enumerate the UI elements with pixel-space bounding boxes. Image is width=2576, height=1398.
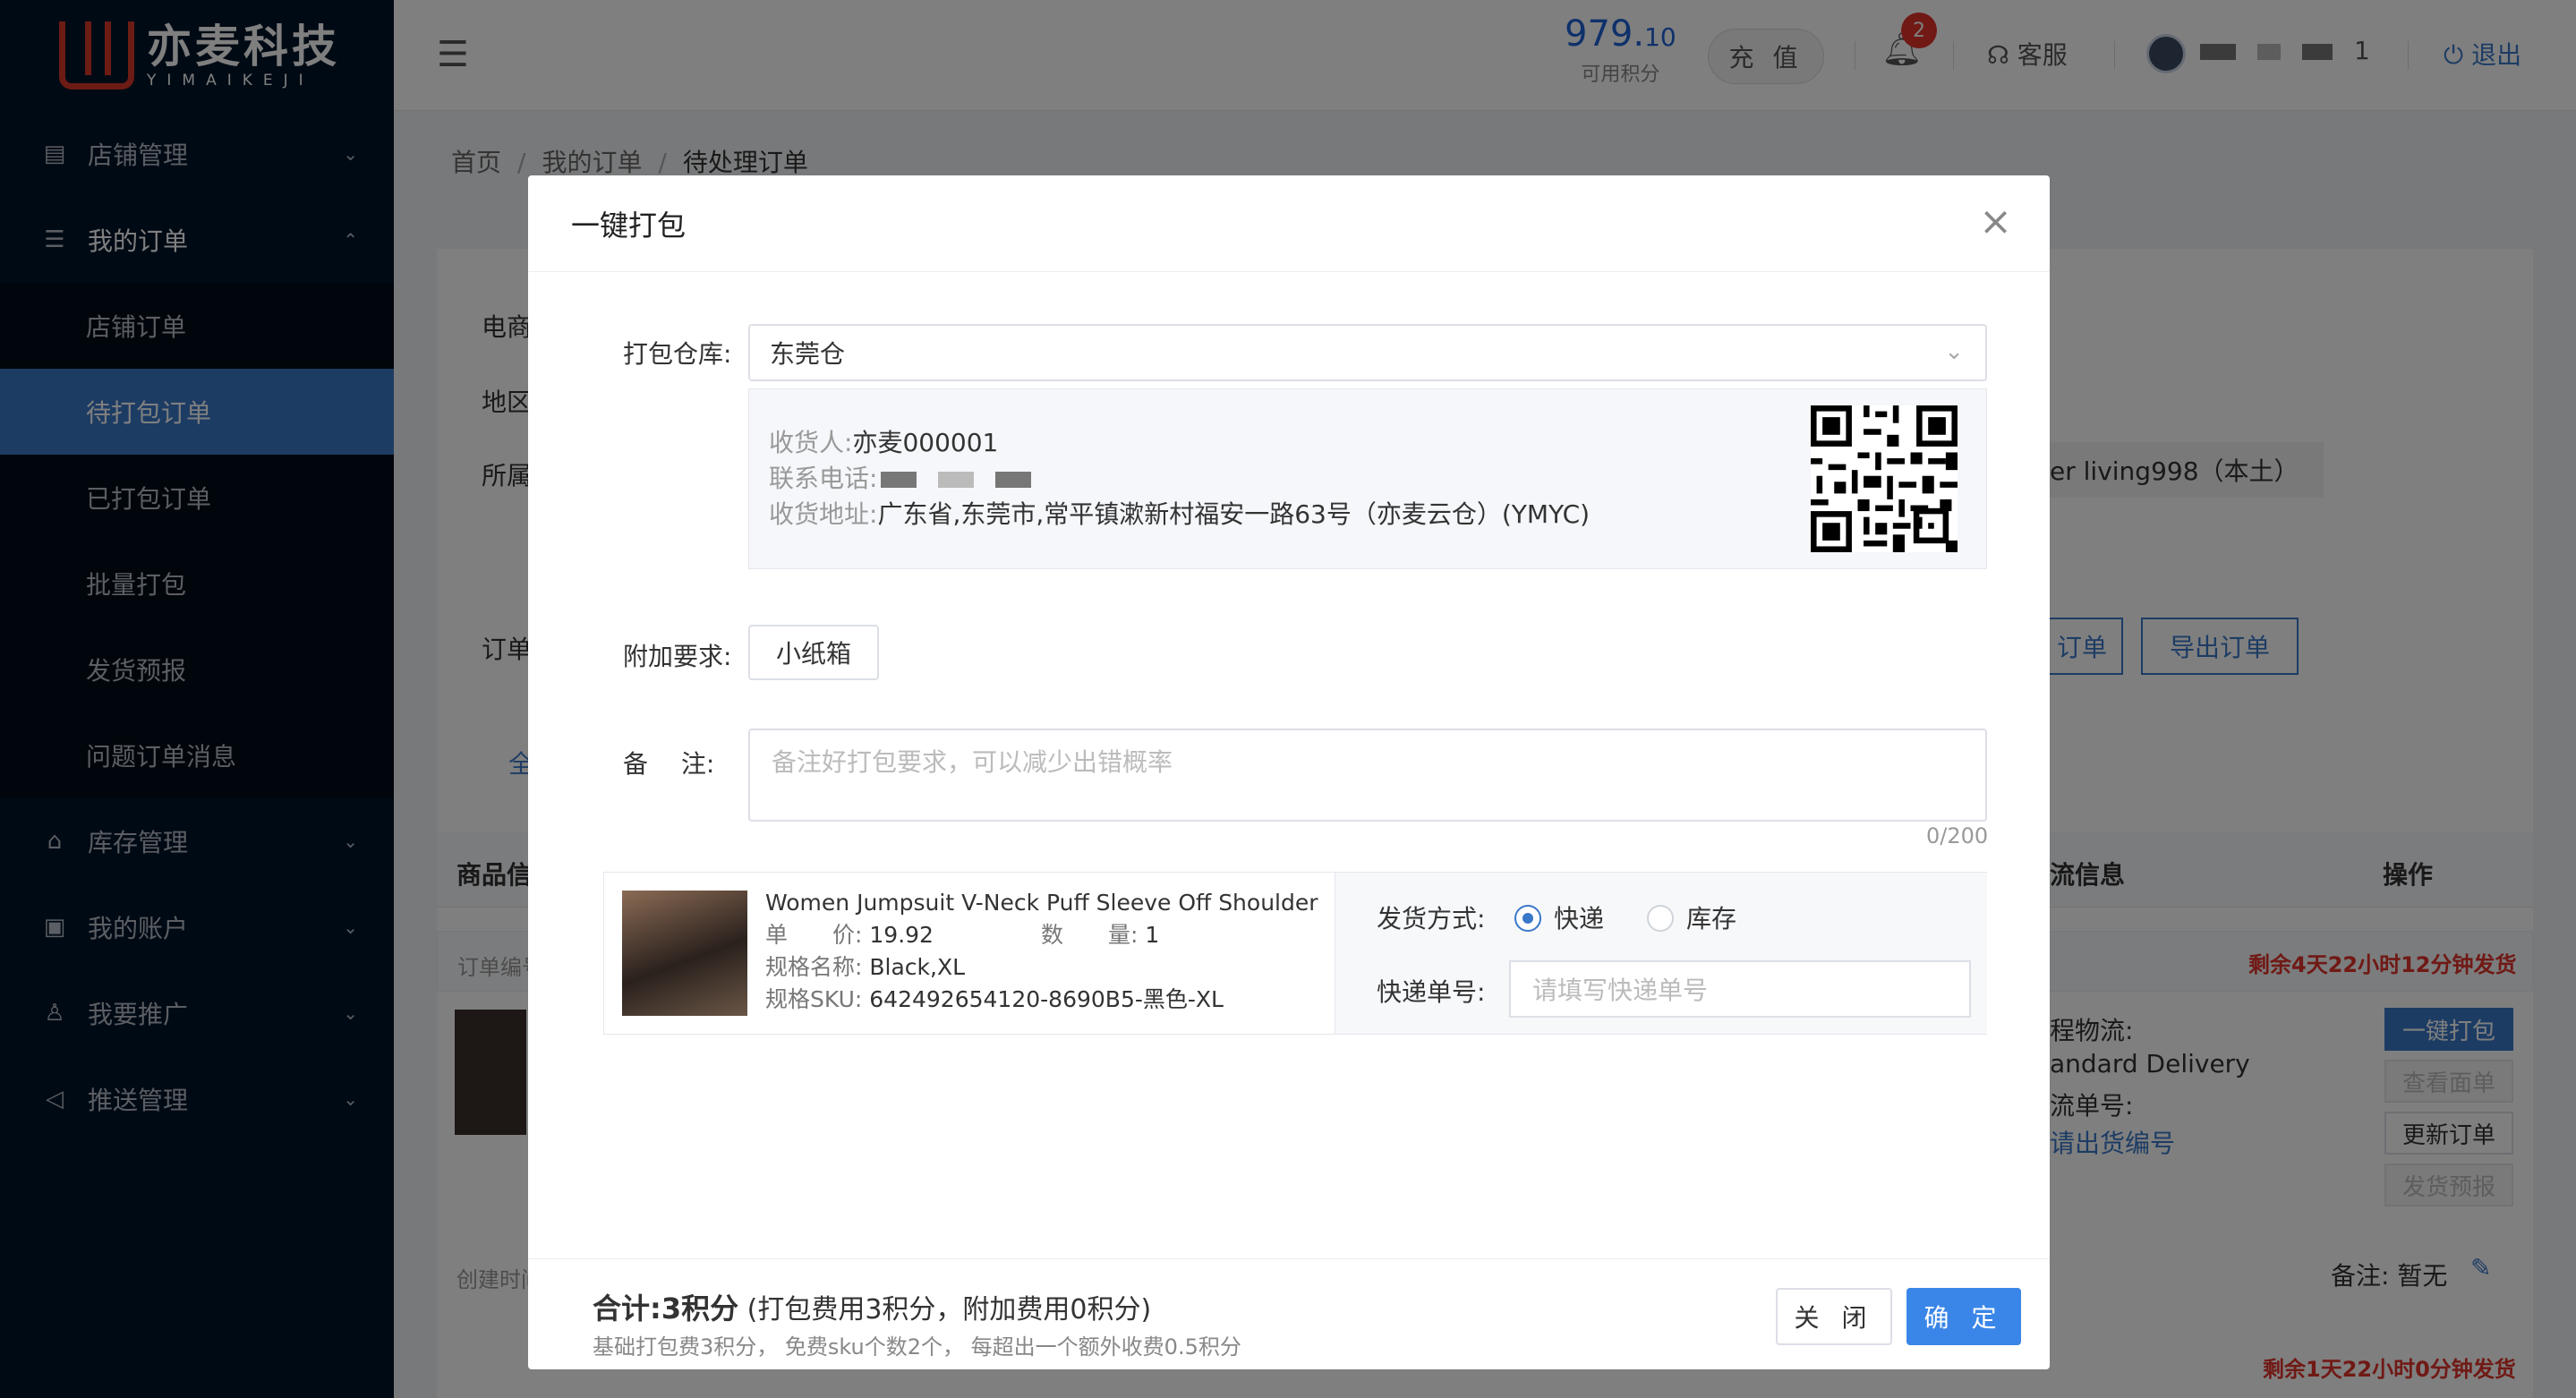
ship-stock-label[interactable]: 库存 [1686,899,1736,935]
total-detail: (打包费用3积分，附加费用0积分) [746,1294,1152,1326]
chevron-down-icon: ⌄ [1944,338,1964,365]
receiver-value: 亦麦000001 [852,428,999,457]
small-box-option[interactable]: 小纸箱 [748,625,879,680]
ship-stock-radio[interactable] [1647,905,1674,932]
ship-method-label: 发货方式: [1377,904,1486,933]
receiver-info-box: 收货人:亦麦000001 联系电话: 收货地址:广东省,东莞市,常平镇漱新村福安… [748,388,1987,569]
qty-value: 1 [1145,922,1160,948]
address-row: 收货地址:广东省,东莞市,常平镇漱新村福安一路63号（亦麦云仓）(YMYC) [769,495,1590,531]
dialog-footer: 合计:3积分 (打包费用3积分，附加费用0积分) 基础打包费3积分， 免费sku… [528,1258,2050,1369]
qty-label: 数 量: [1040,922,1139,948]
spec-value: Black,XL [869,954,966,980]
close-button[interactable]: 关 闭 [1776,1288,1892,1345]
extra-requirement-label: 附加要求: [623,642,732,671]
warehouse-label: 打包仓库: [623,339,732,369]
product-spec-row: 规格名称: Black,XL [765,951,1320,984]
total-value: 3积分 [661,1291,739,1326]
address-value: 广东省,东莞市,常平镇漱新村福安一路63号（亦麦云仓）(YMYC) [877,499,1591,529]
close-icon[interactable]: × [1979,202,2012,242]
address-label: 收货地址: [769,499,878,529]
shipping-options: 发货方式: 快递 库存 快递单号: 请填写快递单号 [1335,873,1987,1034]
price-value: 19.92 [869,922,934,948]
product-sku-row: 规格SKU: 642492654120-8690B5-黑色-XL [765,984,1320,1016]
receiver-label: 收货人: [769,428,853,457]
product-info: Women Jumpsuit V-Neck Puff Sleeve Off Sh… [765,887,1320,1016]
warehouse-selected-value: 东莞仓 [770,339,846,369]
sku-label: 规格SKU: [765,986,863,1012]
remark-label: 备 注: [623,749,715,779]
product-price-qty-row: 单 价: 19.92 数 量: 1 [765,919,1320,951]
product-image [622,891,747,1016]
total-prefix: 合计: [593,1291,661,1326]
tracking-number-label: 快递单号: [1377,977,1486,1007]
dialog-title: 一键打包 [571,208,687,243]
total-summary: 合计:3积分 (打包费用3积分，附加费用0积分) [593,1286,1151,1327]
tracking-number-input[interactable]: 请填写快递单号 [1509,960,1971,1018]
warehouse-select[interactable]: 东莞仓 ⌄ [748,324,1987,381]
sku-value: 642492654120-8690B5-黑色-XL [869,986,1224,1012]
product-title: Women Jumpsuit V-Neck Puff Sleeve Off Sh… [765,890,1320,916]
pricing-note: 基础打包费3积分， 免费sku个数2个， 每超出一个额外收费0.5积分 [593,1334,1241,1360]
spec-label: 规格名称: [765,954,863,980]
phone-row: 联系电话: [769,459,1053,495]
price-label: 单 价: [765,922,863,948]
ship-express-radio[interactable] [1514,905,1541,932]
remark-textarea[interactable]: 备注好打包要求，可以减少出错概率 [748,729,1987,822]
product-card: Women Jumpsuit V-Neck Puff Sleeve Off Sh… [603,872,1987,1035]
receiver-row: 收货人:亦麦000001 [769,423,998,459]
pack-dialog: 一键打包 × 打包仓库: 东莞仓 ⌄ 收货人:亦麦000001 联系电话: 收货… [528,175,2050,1369]
phone-label: 联系电话: [769,464,878,493]
ship-express-label[interactable]: 快递 [1554,899,1604,935]
confirm-button[interactable]: 确 定 [1906,1288,2021,1345]
dialog-header: 一键打包 × [528,175,2050,272]
qr-code-icon [1811,405,1958,552]
remark-char-counter: 0/200 [1926,823,1989,848]
